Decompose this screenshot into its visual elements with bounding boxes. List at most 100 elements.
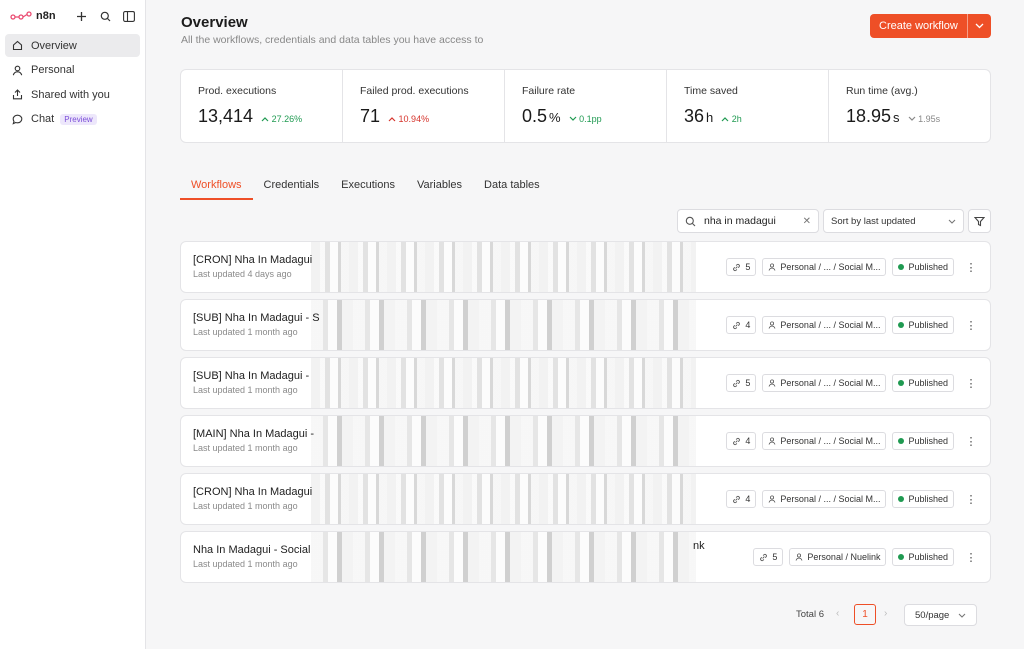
status-dot xyxy=(898,264,905,270)
stat-prod-executions[interactable]: Prod. executions 13,414 27.26% xyxy=(181,70,343,142)
workflow-name[interactable]: [SUB] Nha In Madagui - S xyxy=(193,312,320,324)
user-icon xyxy=(769,437,776,445)
tab-variables[interactable]: Variables xyxy=(406,179,473,200)
tab-credentials[interactable]: Credentials xyxy=(253,179,331,200)
linked-count[interactable]: 4 xyxy=(726,490,757,508)
more-options-icon[interactable]: ⋮ xyxy=(964,493,978,506)
workflow-card[interactable]: Nha In Madagui - Social nk Last updated … xyxy=(180,531,991,583)
stat-time-saved[interactable]: Time saved 36 h 2h xyxy=(667,70,829,142)
stat-value: 36 xyxy=(684,106,705,126)
stat-failure-rate[interactable]: Failure rate 0.5 % 0.1pp xyxy=(505,70,667,142)
workflow-card[interactable]: [SUB] Nha In Madagui - S Last updated 1 … xyxy=(180,299,991,351)
chevron-down-icon[interactable] xyxy=(967,14,991,38)
workflow-name[interactable]: Nha In Madagui - Social xyxy=(193,544,310,556)
stat-value: 0.5 xyxy=(522,106,548,126)
redacted-region xyxy=(311,300,696,350)
page-size-value: 50/page xyxy=(915,609,950,621)
project-badge[interactable]: Personal / ... / Social M... xyxy=(762,374,887,392)
sidebar-header: n8n xyxy=(0,0,145,26)
stat-run-time[interactable]: Run time (avg.) 18.95 s 1.95s xyxy=(829,70,990,142)
page-number[interactable]: 1 xyxy=(854,604,876,625)
workflow-updated: Last updated 1 month ago xyxy=(193,443,298,453)
link-icon xyxy=(733,495,741,503)
workflow-updated: Last updated 1 month ago xyxy=(193,327,298,337)
project-badge[interactable]: Personal / ... / Social M... xyxy=(762,258,887,276)
tabs: Workflows Credentials Executions Variabl… xyxy=(180,179,551,201)
workflow-card[interactable]: [MAIN] Nha In Madagui - Last updated 1 m… xyxy=(180,415,991,467)
project-badge[interactable]: Personal / ... / Social M... xyxy=(762,316,887,334)
sidebar-item-overview[interactable]: Overview xyxy=(5,34,140,57)
more-options-icon[interactable]: ⋮ xyxy=(964,261,978,274)
search-icon[interactable] xyxy=(97,8,113,24)
stat-delta: 1.95s xyxy=(908,114,940,124)
sidebar-toggle-icon[interactable] xyxy=(121,8,137,24)
workflow-card[interactable]: [CRON] Nha In Madagui Last updated 1 mon… xyxy=(180,473,991,525)
page-subtitle: All the workflows, credentials and data … xyxy=(181,34,484,46)
chevron-left-icon[interactable]: ‹ xyxy=(836,608,839,619)
more-options-icon[interactable]: ⋮ xyxy=(964,435,978,448)
tab-workflows[interactable]: Workflows xyxy=(180,179,253,200)
sort-select[interactable]: Sort by last updated xyxy=(823,209,964,233)
trend-down-icon xyxy=(569,116,577,121)
share-icon xyxy=(11,89,23,101)
stat-label: Failure rate xyxy=(522,85,576,97)
user-icon xyxy=(769,495,776,503)
sort-label: Sort by last updated xyxy=(831,215,916,227)
close-icon[interactable]: ✕ xyxy=(803,216,811,227)
status-badge: Published xyxy=(892,432,954,450)
workflow-list: [CRON] Nha In Madagui Last updated 4 day… xyxy=(180,241,991,589)
n8n-logo-icon xyxy=(10,11,32,20)
trend-up-icon xyxy=(388,117,396,122)
linked-count[interactable]: 4 xyxy=(726,316,757,334)
stat-unit: s xyxy=(893,110,900,125)
page-size-select[interactable]: 50/page xyxy=(904,604,977,626)
search-value[interactable]: nha in madagui xyxy=(704,215,803,227)
more-options-icon[interactable]: ⋮ xyxy=(964,319,978,332)
redacted-region xyxy=(311,474,696,524)
plus-icon[interactable] xyxy=(73,8,89,24)
sidebar-item-personal[interactable]: Personal xyxy=(5,59,140,82)
stats-panel: Prod. executions 13,414 27.26% Failed pr… xyxy=(180,69,991,143)
stat-value: 18.95 xyxy=(846,106,892,126)
stat-failed-executions[interactable]: Failed prod. executions 71 10.94% xyxy=(343,70,505,142)
search-icon xyxy=(685,216,696,226)
project-badge[interactable]: Personal / Nuelink xyxy=(789,548,887,566)
redacted-region xyxy=(311,532,696,582)
workflow-card[interactable]: [CRON] Nha In Madagui Last updated 4 day… xyxy=(180,241,991,293)
logo[interactable]: n8n xyxy=(10,10,56,22)
stat-unit: % xyxy=(549,110,561,125)
sidebar-item-shared[interactable]: Shared with you xyxy=(5,83,140,106)
stat-delta: 2h xyxy=(721,114,742,124)
create-workflow-button[interactable]: Create workflow xyxy=(870,14,991,38)
filter-icon xyxy=(974,216,985,226)
trend-up-icon xyxy=(261,117,269,122)
create-workflow-label: Create workflow xyxy=(879,20,958,32)
logo-text: n8n xyxy=(36,10,56,22)
chevron-right-icon[interactable]: › xyxy=(884,608,887,619)
linked-count[interactable]: 5 xyxy=(753,548,784,566)
preview-badge: Preview xyxy=(60,113,97,125)
workflow-name[interactable]: [CRON] Nha In Madagui xyxy=(193,486,312,498)
project-badge[interactable]: Personal / ... / Social M... xyxy=(762,432,887,450)
more-options-icon[interactable]: ⋮ xyxy=(964,377,978,390)
linked-count[interactable]: 5 xyxy=(726,258,757,276)
tab-executions[interactable]: Executions xyxy=(330,179,406,200)
stat-delta: 10.94% xyxy=(388,114,429,124)
linked-count[interactable]: 5 xyxy=(726,374,757,392)
workflow-name[interactable]: [SUB] Nha In Madagui - xyxy=(193,370,309,382)
status-dot xyxy=(898,554,905,560)
tab-data-tables[interactable]: Data tables xyxy=(473,179,551,200)
search-input[interactable]: nha in madagui ✕ xyxy=(677,209,819,233)
sidebar-item-chat[interactable]: Chat Preview xyxy=(5,108,140,131)
filter-button[interactable] xyxy=(968,209,991,233)
chevron-down-icon xyxy=(958,613,966,618)
workflow-name[interactable]: [MAIN] Nha In Madagui - xyxy=(193,428,314,440)
project-badge[interactable]: Personal / ... / Social M... xyxy=(762,490,887,508)
workflow-card[interactable]: [SUB] Nha In Madagui - Last updated 1 mo… xyxy=(180,357,991,409)
workflow-updated: Last updated 4 days ago xyxy=(193,269,292,279)
linked-count[interactable]: 4 xyxy=(726,432,757,450)
user-icon xyxy=(769,263,776,271)
stat-label: Prod. executions xyxy=(198,85,277,97)
more-options-icon[interactable]: ⋮ xyxy=(964,551,978,564)
workflow-name[interactable]: [CRON] Nha In Madagui xyxy=(193,254,312,266)
